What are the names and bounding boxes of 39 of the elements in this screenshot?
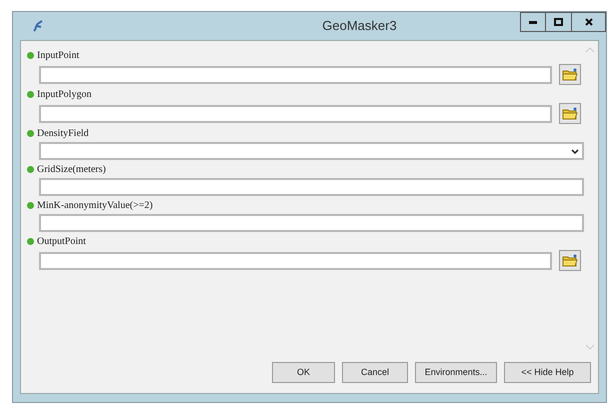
parameter-label: GridSize(meters) xyxy=(37,163,106,177)
required-dot-icon xyxy=(27,91,34,98)
scroll-up-icon[interactable] xyxy=(585,47,595,53)
folder-icon xyxy=(562,107,578,120)
required-dot-icon xyxy=(27,130,34,137)
dialog-button[interactable]: Environments... xyxy=(415,362,497,383)
parameter-label: InputPoint xyxy=(37,49,80,63)
close-button[interactable] xyxy=(572,12,606,32)
required-dot-icon xyxy=(27,238,34,245)
close-icon xyxy=(584,18,592,26)
browse-button[interactable] xyxy=(559,64,581,85)
required-dot-icon xyxy=(27,52,34,59)
parameter-label: InputPolygon xyxy=(37,88,92,102)
input-field[interactable] xyxy=(39,66,552,84)
scroll-down-icon[interactable] xyxy=(585,344,595,350)
required-dot-icon xyxy=(27,166,34,173)
input-field[interactable] xyxy=(39,178,584,196)
dropdown-field[interactable] xyxy=(39,142,584,160)
parameter-label: OutputPoint xyxy=(37,235,86,249)
parameter-label: MinK-anonymityValue(>=2) xyxy=(37,199,153,213)
dialog-button[interactable]: OK xyxy=(272,362,335,383)
dialog-button[interactable]: << Hide Help xyxy=(504,362,591,383)
input-field[interactable] xyxy=(39,252,552,270)
folder-icon xyxy=(562,254,578,267)
dialog-button[interactable]: Cancel xyxy=(342,362,408,383)
input-field[interactable] xyxy=(39,214,584,232)
app-icon xyxy=(31,19,45,33)
browse-button[interactable] xyxy=(559,250,581,271)
chevron-down-icon xyxy=(571,148,579,154)
input-field[interactable] xyxy=(39,104,552,122)
browse-button[interactable] xyxy=(559,103,581,124)
window-title: GeoMasker3 xyxy=(321,17,398,36)
maximize-button[interactable] xyxy=(546,12,572,32)
minimize-icon xyxy=(529,20,537,24)
maximize-icon xyxy=(554,18,563,26)
required-dot-icon xyxy=(27,202,34,209)
parameter-label: DensityField xyxy=(37,127,89,141)
minimize-button[interactable] xyxy=(520,12,546,32)
folder-icon xyxy=(562,68,578,81)
